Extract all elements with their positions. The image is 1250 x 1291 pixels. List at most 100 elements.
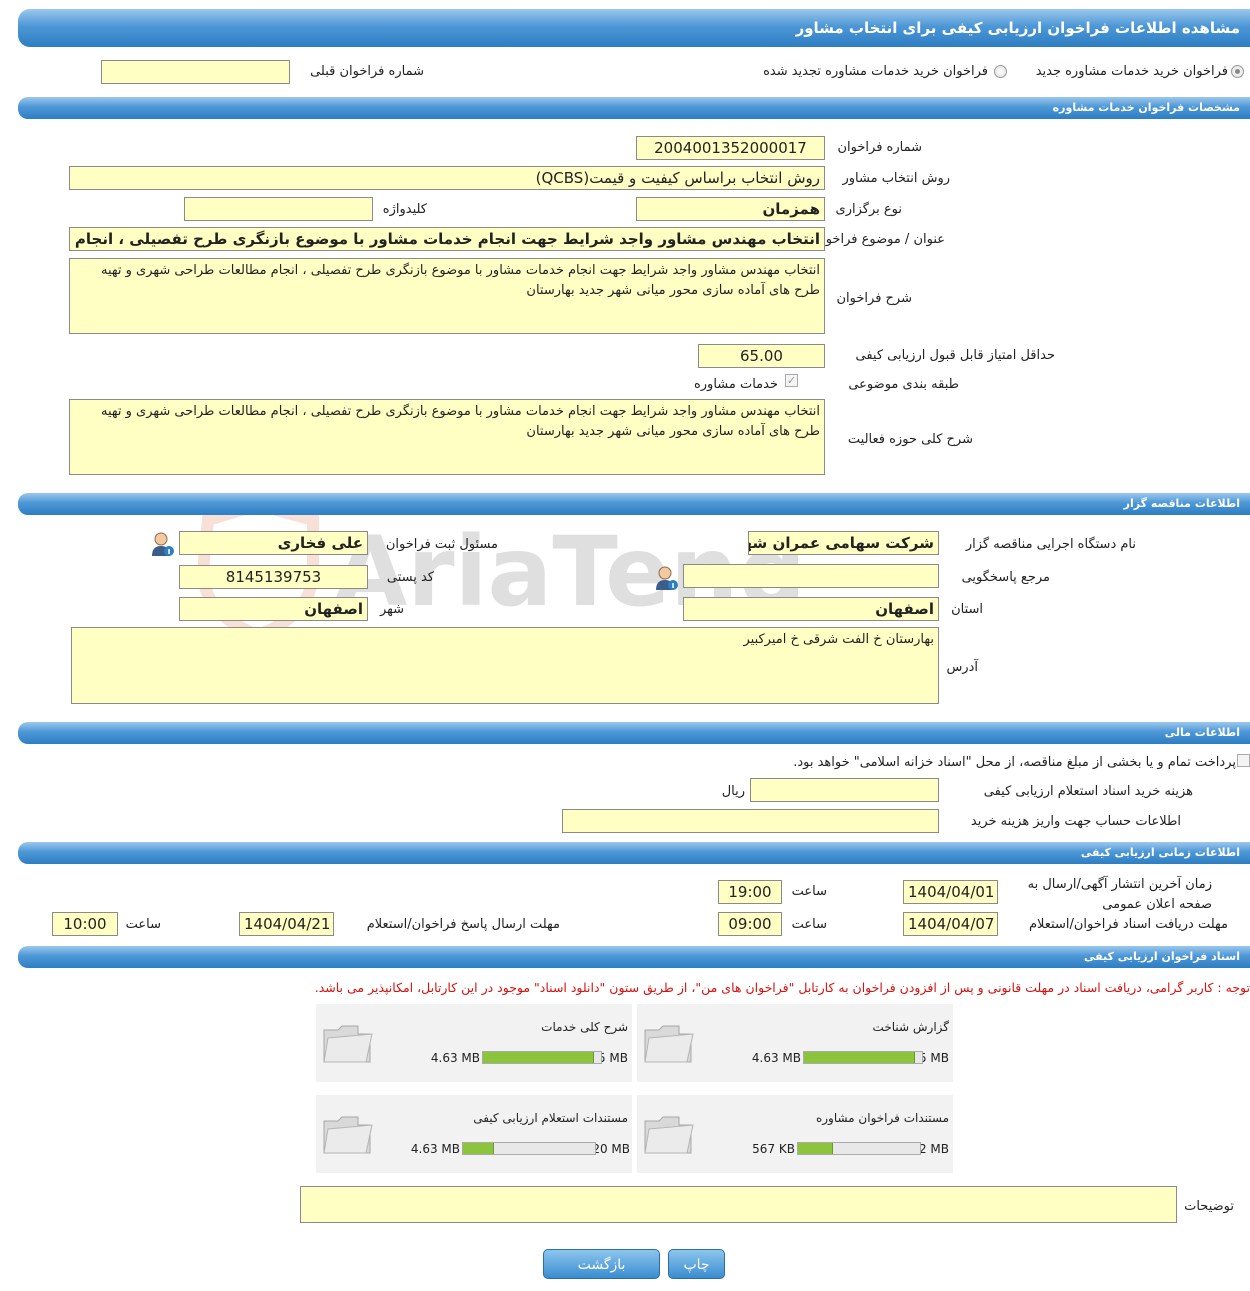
folder-icon xyxy=(320,1020,374,1066)
doc-title: مستندات استعلام ارزیابی کیفی xyxy=(473,1111,628,1125)
province-field[interactable]: اصفهان xyxy=(683,597,939,621)
subject-field[interactable]: انتخاب مهندس مشاور واجد شرایط جهت انجام … xyxy=(69,227,825,251)
doc-capacity: 5 MB xyxy=(918,1051,949,1065)
section-title-financial: اطلاعات مالی xyxy=(1164,726,1240,739)
subject-label: عنوان / موضوع فراخوان xyxy=(812,232,945,247)
category-value: خدمات مشاوره xyxy=(693,377,778,392)
doc-progress-bar xyxy=(803,1051,923,1064)
radio-renewed-label: فراخوان خرید خدمات مشاوره تجدید شده xyxy=(763,64,988,79)
scope-label: شرح کلی حوزه فعالیت xyxy=(847,432,973,447)
section-header-financial: اطلاعات مالی xyxy=(18,722,1250,744)
section-title-tenderer: اطلاعات مناقصه گزار xyxy=(1123,497,1240,510)
receive-date-field[interactable]: 1404/04/07 xyxy=(903,912,998,936)
doc-tile[interactable]: مستندات استعلام ارزیابی کیفی 20 MB 4.63 MB xyxy=(316,1095,632,1173)
number-label: شماره فراخوان xyxy=(837,140,923,155)
desc-label: شرح فراخوان xyxy=(836,291,913,306)
doc-tile[interactable]: مستندات فراخوان مشاوره 2 MB 567 KB xyxy=(637,1095,953,1173)
section-header-specs: مشخصات فراخوان خدمات مشاوره xyxy=(18,97,1250,119)
folder-icon xyxy=(641,1020,695,1066)
account-field[interactable] xyxy=(562,809,939,833)
scope-textarea[interactable]: انتخاب مهندس مشاور واجد شرایط جهت انجام … xyxy=(69,399,825,475)
back-button[interactable]: بازگشت xyxy=(543,1249,660,1279)
doc-size: 4.63 MB xyxy=(430,1051,480,1065)
section-title-timing: اطلاعات زمانی ارزیابی کیفی xyxy=(1080,846,1240,859)
user-icon[interactable] xyxy=(150,531,174,557)
type-field[interactable]: همزمان xyxy=(636,197,825,221)
doc-size: 4.63 MB xyxy=(751,1051,801,1065)
org-field[interactable]: شرکت سهامی عمران شهر xyxy=(748,531,939,555)
radio-new-consulting[interactable] xyxy=(1231,65,1244,78)
doc-tile[interactable]: شرح کلی خدمات 5 MB 4.63 MB xyxy=(316,1004,632,1082)
treasury-text: پرداخت تمام و یا بخشی از مبلغ مناقصه، از… xyxy=(793,755,1236,770)
registrar-label: مسئول ثبت فراخوان xyxy=(385,537,498,552)
doc-tile[interactable]: گزارش شناخت 5 MB 4.63 MB xyxy=(637,1004,953,1082)
docs-notice: توجه : کاربر گرامی، دریافت اسناد در مهلت… xyxy=(314,980,1250,995)
submit-date-field[interactable]: 1404/04/21 xyxy=(239,912,334,936)
doc-progress-bar xyxy=(797,1142,921,1155)
keyword-label: کلیدواژه xyxy=(382,202,427,217)
doc-capacity: 5 MB xyxy=(597,1051,628,1065)
doc-title: مستندات فراخوان مشاوره xyxy=(815,1111,949,1125)
doc-capacity: 2 MB xyxy=(918,1142,949,1156)
doc-progress-fill xyxy=(798,1143,834,1154)
prev-number-label: شماره فراخوان قبلی xyxy=(310,64,424,79)
page-title: مشاهده اطلاعات فراخوان ارزیابی کیفی برای… xyxy=(795,19,1240,37)
method-label: روش انتخاب مشاور xyxy=(842,171,950,186)
keyword-field[interactable] xyxy=(184,197,373,221)
receive-time-field[interactable]: 09:00 xyxy=(718,912,782,936)
postal-label: کد پستی xyxy=(386,570,434,585)
section-title-specs: مشخصات فراخوان خدمات مشاوره xyxy=(1052,101,1240,114)
doc-capacity: 20 MB xyxy=(592,1142,630,1156)
ref-label: مرجع پاسخگویی xyxy=(961,570,1050,585)
doc-progress-bar xyxy=(462,1142,596,1155)
number-field[interactable]: 2004001352000017 xyxy=(636,136,825,160)
cost-label: هزینه خرید اسناد استعلام ارزیابی کیفی xyxy=(983,784,1193,799)
treasury-checkbox[interactable] xyxy=(1237,754,1250,767)
doc-progress-fill xyxy=(804,1052,915,1063)
submit-label: مهلت ارسال پاسخ فراخوان/استعلام xyxy=(366,917,560,932)
submit-time-field[interactable]: 10:00 xyxy=(52,912,118,936)
doc-progress-bar xyxy=(482,1051,602,1064)
folder-icon xyxy=(641,1111,695,1157)
city-field[interactable]: اصفهان xyxy=(179,597,368,621)
category-label: طبقه بندی موضوعی xyxy=(848,377,959,392)
publish-time-label: ساعت xyxy=(791,884,827,899)
notes-textarea[interactable] xyxy=(300,1186,1177,1223)
address-label: آدرس xyxy=(946,660,978,675)
print-button[interactable]: چاپ xyxy=(668,1249,725,1279)
folder-icon xyxy=(320,1111,374,1157)
postal-field[interactable]: 8145139753 xyxy=(179,565,368,589)
min-score-label: حداقل امتیاز قابل قبول ارزیابی کیفی xyxy=(855,348,1055,363)
min-score-field[interactable]: 65.00 xyxy=(698,344,825,368)
method-field[interactable]: روش انتخاب براساس کیفیت و قیمت(QCBS) xyxy=(69,166,825,190)
receive-time-label: ساعت xyxy=(791,917,827,932)
doc-progress-fill xyxy=(483,1052,594,1063)
registrar-field[interactable]: علی فخاری xyxy=(179,531,368,555)
page-title-bar: مشاهده اطلاعات فراخوان ارزیابی کیفی برای… xyxy=(18,9,1250,47)
notes-label: توضیحات xyxy=(1184,1199,1234,1214)
radio-renewed-consulting[interactable] xyxy=(994,65,1007,78)
org-label: نام دستگاه اجرایی مناقصه گزار xyxy=(965,537,1136,552)
city-label: شهر xyxy=(379,602,404,617)
prev-number-field[interactable] xyxy=(101,60,290,84)
doc-size: 4.63 MB xyxy=(410,1142,460,1156)
section-header-timing: اطلاعات زمانی ارزیابی کیفی xyxy=(18,842,1250,864)
address-textarea[interactable]: بهارستان خ الفت شرقی خ امیرکبیر xyxy=(71,627,939,704)
submit-time-label: ساعت xyxy=(125,917,161,932)
type-label: نوع برگزاری xyxy=(835,202,902,217)
cost-field[interactable] xyxy=(750,778,939,802)
receive-label: مهلت دریافت اسناد فراخوان/استعلام xyxy=(1028,917,1228,932)
publish-label: زمان آخرین انتشار آگهی/ارسال به صفحه اعل… xyxy=(1027,877,1212,912)
publish-date-field[interactable]: 1404/04/01 xyxy=(903,880,998,904)
ref-field[interactable] xyxy=(683,564,939,588)
publish-time-field[interactable]: 19:00 xyxy=(718,880,782,904)
section-title-docs: اسناد فراخوان ارزیابی کیفی xyxy=(1083,950,1240,963)
category-checkbox[interactable]: ✓ xyxy=(785,374,798,387)
currency-label: ریال xyxy=(721,784,745,799)
desc-textarea[interactable]: انتخاب مهندس مشاور واجد شرایط جهت انجام … xyxy=(69,258,825,334)
doc-title: شرح کلی خدمات xyxy=(541,1020,628,1034)
doc-progress-fill xyxy=(463,1143,495,1154)
radio-new-label: فراخوان خرید خدمات مشاوره جدید xyxy=(1035,64,1228,79)
user-icon[interactable] xyxy=(654,565,678,591)
doc-title: گزارش شناخت xyxy=(872,1020,949,1034)
